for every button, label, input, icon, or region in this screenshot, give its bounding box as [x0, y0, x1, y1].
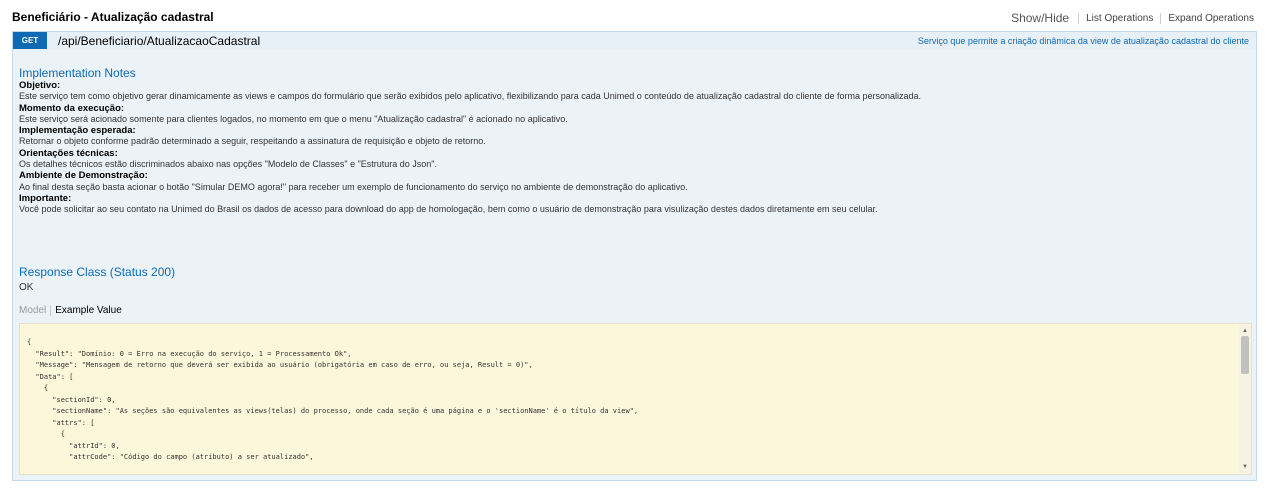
implementation-notes: Objetivo: Este serviço tem como objetivo… [19, 80, 1249, 216]
scrollbar-thumb[interactable] [1241, 336, 1249, 374]
note-label: Objetivo: [19, 80, 61, 91]
note-label: Importante: [19, 192, 72, 204]
note-text: Este serviço tem como objetivo gerar din… [19, 91, 921, 102]
note-label: Momento da execução: [19, 102, 125, 114]
operation-summary[interactable]: Serviço que permite a criação dinâmica d… [918, 34, 1249, 48]
operation-content: Implementation Notes Objetivo: Este serv… [12, 49, 1257, 481]
note-label: Ambiente de Demonstração: [19, 170, 148, 182]
http-method-badge[interactable]: GET [13, 32, 47, 49]
down-arrow-icon[interactable]: ▼ [1242, 464, 1248, 470]
resource-actions: Show/Hide List Operations Expand Operati… [1004, 11, 1254, 25]
up-arrow-icon[interactable]: ▲ [1242, 328, 1248, 334]
example-json-code[interactable]: { "Result": "Domínio: 0 = Erro na execuç… [27, 337, 638, 464]
response-class-heading: Response Class (Status 200) [19, 265, 176, 279]
note-label: Orientações técnicas: [19, 147, 118, 159]
operation-heading[interactable]: GET /api/Beneficiario/AtualizacaoCadastr… [12, 31, 1257, 50]
note-text: Ao final desta seção basta acionar o bot… [19, 181, 688, 192]
show-hide-link[interactable]: Show/Hide [1004, 11, 1078, 25]
expand-operations-link[interactable]: Expand Operations [1160, 12, 1254, 24]
example-value-box[interactable]: { "Result": "Domínio: 0 = Erro na execuç… [19, 323, 1252, 475]
implementation-notes-heading: Implementation Notes [19, 66, 136, 80]
note-text: Retornar o objeto conforme padrão determ… [19, 136, 486, 147]
list-operations-link[interactable]: List Operations [1078, 12, 1160, 24]
note-text: Este serviço será acionado somente para … [19, 113, 568, 124]
note-text: Você pode solicitar ao seu contato na Un… [19, 204, 878, 215]
resource-header: Beneficiário - Atualização cadastral Sho… [0, 0, 1268, 30]
resource-title[interactable]: Beneficiário - Atualização cadastral [12, 10, 214, 24]
note-text: Os detalhes técnicos estão discriminados… [19, 159, 437, 170]
signature-tabs: Model Example Value [19, 305, 122, 316]
tab-model[interactable]: Model [19, 305, 52, 316]
operation-path[interactable]: /api/Beneficiario/AtualizacaoCadastral [58, 33, 260, 49]
response-status-text: OK [19, 282, 34, 293]
tab-example-value[interactable]: Example Value [51, 305, 122, 316]
note-label: Implementação esperada: [19, 125, 136, 137]
vertical-scrollbar[interactable]: ▲ ▼ [1239, 324, 1251, 474]
